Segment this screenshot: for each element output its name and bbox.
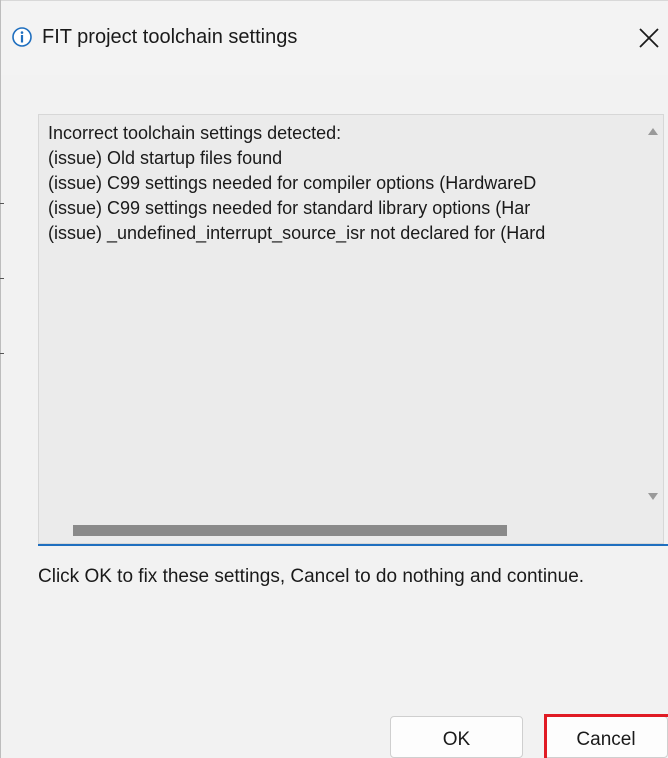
log-line: (issue) _undefined_interrupt_source_isr … <box>48 223 546 243</box>
background-tick <box>0 278 4 279</box>
instruction-message: Click OK to fix these settings, Cancel t… <box>38 566 585 587</box>
scroll-up-arrow-icon[interactable] <box>647 125 659 137</box>
background-tick <box>0 353 4 354</box>
background-tick <box>0 203 4 204</box>
cancel-button[interactable]: Cancel <box>544 716 668 758</box>
log-line: (issue) C99 settings needed for compiler… <box>48 173 537 193</box>
ok-button[interactable]: OK <box>390 716 523 758</box>
info-icon <box>12 27 32 47</box>
issues-log-text: Incorrect toolchain settings detected: (… <box>48 121 628 246</box>
log-line: Incorrect toolchain settings detected: <box>48 123 342 143</box>
close-button[interactable] <box>631 17 668 57</box>
issues-log-box[interactable]: Incorrect toolchain settings detected: (… <box>38 114 664 544</box>
log-line: (issue) C99 settings needed for standard… <box>48 198 531 218</box>
dialog-title: FIT project toolchain settings <box>42 26 298 48</box>
close-icon <box>631 28 668 61</box>
horizontal-scrollbar-thumb[interactable] <box>73 525 507 536</box>
dialog-titlebar: FIT project toolchain settings <box>1 1 668 75</box>
horizontal-scrollbar[interactable] <box>39 515 627 543</box>
log-box-focus-underline <box>38 544 668 546</box>
log-line: (issue) Old startup files found <box>48 148 283 168</box>
scroll-down-arrow-icon[interactable] <box>647 489 659 501</box>
window-left-edge <box>0 0 1 758</box>
